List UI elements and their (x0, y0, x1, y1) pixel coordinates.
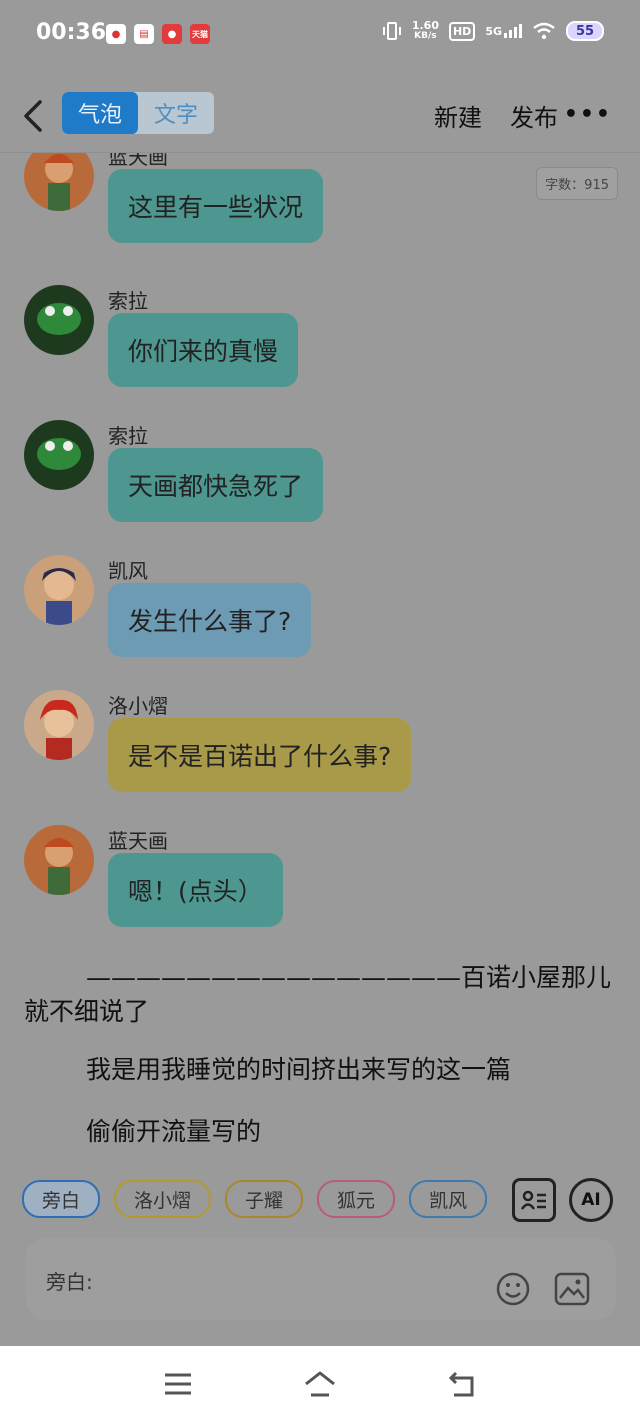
vibrate-icon (382, 22, 401, 40)
sender-name: 洛小熠 (108, 694, 168, 718)
role-chip-huyuan[interactable]: 狐元 (317, 1180, 396, 1218)
status-app-icons: ● ▤ ● 天猫 (106, 24, 210, 44)
system-nav-bar (0, 1346, 640, 1422)
wifi-icon (533, 22, 555, 40)
taobao-icon: ● (162, 24, 182, 44)
calendar-icon: ▤ (134, 24, 154, 44)
mode-toggle: 气泡 文字 (62, 92, 214, 134)
message-input[interactable]: 旁白: (26, 1238, 616, 1320)
sender-name: 蓝天画 (108, 829, 168, 853)
tab-text[interactable]: 文字 (138, 92, 214, 134)
input-role-label: 旁白: (46, 1270, 93, 1294)
narration-paragraph[interactable]: 偷偷开流量写的 (24, 1115, 614, 1149)
message-bubble[interactable]: 你们来的真慢 (108, 313, 299, 387)
tmall-icon: 天猫 (190, 24, 210, 44)
character-card-icon[interactable] (512, 1178, 556, 1222)
avatar[interactable] (24, 420, 94, 490)
network-speed: 1.60 KB/s (411, 19, 439, 41)
more-options-button[interactable]: ••• (564, 102, 612, 127)
chat-list[interactable]: 字数：915 蓝天画 这里有一些状况 索拉 你们来的真慢 索拉 天画都快急死了 … (0, 153, 640, 1173)
tab-bubble[interactable]: 气泡 (62, 92, 138, 134)
narration-paragraph[interactable]: 我是用我睡觉的时间挤出来写的这一篇 (24, 1053, 614, 1087)
word-count-badge: 字数：915 (536, 167, 618, 200)
role-chip-luoxiaoyi[interactable]: 洛小熠 (114, 1180, 212, 1218)
avatar[interactable] (24, 555, 94, 625)
back-nav-icon[interactable] (446, 1370, 478, 1398)
ai-button[interactable]: AI (569, 1178, 613, 1222)
sender-name: 索拉 (108, 289, 148, 313)
battery-indicator: 55 (566, 21, 604, 41)
avatar[interactable] (24, 825, 94, 895)
avatar[interactable] (24, 690, 94, 760)
status-bar: 00:36 ● ▤ ● 天猫 1.60 KB/s HD 5G 55 (0, 0, 640, 70)
role-chip-ziyao[interactable]: 子耀 (225, 1180, 304, 1218)
sender-name: 索拉 (108, 424, 148, 448)
message-bubble[interactable]: 嗯！(点头） (108, 853, 283, 927)
role-chip-kaifeng[interactable]: 凯风 (409, 1180, 488, 1218)
narration-paragraph[interactable]: ———————————————百诺小屋那儿就不细说了 (24, 961, 614, 1029)
message-bubble[interactable]: 发生什么事了? (108, 583, 312, 657)
role-chip-narrator[interactable]: 旁白 (22, 1180, 101, 1218)
message-bubble[interactable]: 天画都快急死了 (108, 448, 324, 522)
status-indicators: 1.60 KB/s HD 5G 55 (382, 20, 604, 42)
publish-button[interactable]: 发布 (510, 98, 558, 133)
message-bubble[interactable]: 这里有一些状况 (108, 169, 324, 243)
home-icon[interactable] (303, 1370, 337, 1398)
sender-name: 蓝天画 (108, 153, 168, 169)
role-selector: 旁白 洛小熠 子耀 狐元 凯风 (22, 1180, 488, 1220)
new-button[interactable]: 新建 (434, 98, 482, 133)
message-bubble[interactable]: 是不是百诺出了什么事? (108, 718, 412, 792)
status-time: 00:36 (36, 20, 107, 45)
avatar[interactable] (24, 153, 94, 211)
emoji-icon[interactable] (496, 1272, 530, 1306)
back-arrow-icon[interactable] (20, 96, 48, 136)
baidu-icon: ● (106, 24, 126, 44)
editor-header: 气泡 文字 新建 发布 ••• (0, 80, 640, 153)
signal-indicator: 5G (485, 24, 522, 38)
hd-badge: HD (448, 21, 476, 41)
image-icon[interactable] (554, 1272, 590, 1306)
avatar[interactable] (24, 285, 94, 355)
menu-icon[interactable] (162, 1370, 194, 1398)
sender-name: 凯风 (108, 559, 148, 583)
